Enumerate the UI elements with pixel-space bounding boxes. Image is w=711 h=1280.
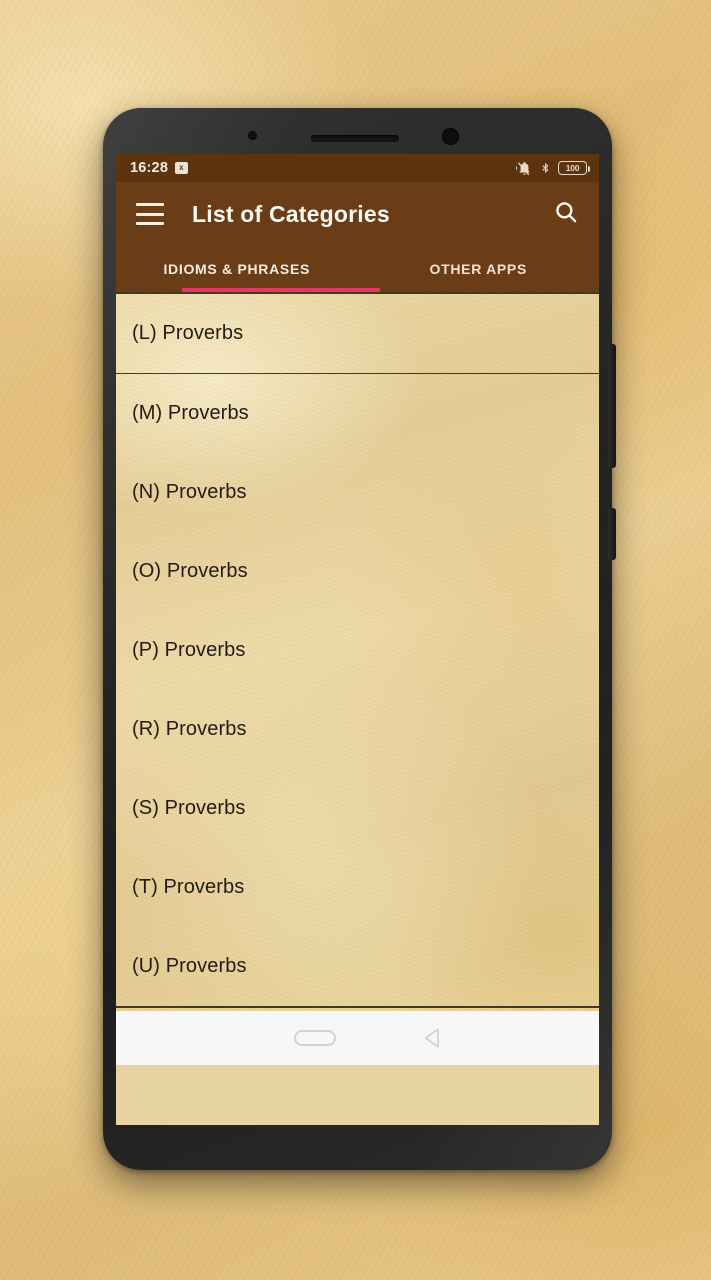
list-item[interactable]: (L) Proverbs (116, 294, 599, 373)
power-button[interactable] (608, 508, 616, 560)
volume-button[interactable] (608, 344, 616, 468)
search-button[interactable] (547, 195, 585, 233)
list-divider-top (116, 292, 599, 294)
list-item-label: (O) Proverbs (132, 560, 248, 583)
front-camera-icon (442, 128, 459, 145)
list-item-label: (P) Proverbs (132, 639, 246, 662)
status-bar-clock: 16:28 (130, 160, 169, 176)
battery-level: 100 (565, 163, 580, 173)
phone-frame: 16:28 x 100 List of Categories IDIOMS & … (103, 108, 616, 1170)
list-item[interactable]: (U) Proverbs (116, 927, 599, 1006)
list-item-label: (M) Proverbs (132, 402, 249, 425)
tab-idioms-and-phrases[interactable]: IDIOMS & PHRASES (116, 246, 358, 292)
list-item-label: (T) Proverbs (132, 876, 245, 899)
earpiece-speaker (311, 135, 399, 142)
list-item-label: (L) Proverbs (132, 321, 244, 344)
android-nav-bar (116, 1011, 599, 1065)
list-item-label: (R) Proverbs (132, 718, 247, 741)
list-item[interactable]: (M) Proverbs (116, 374, 599, 453)
status-bar-left: 16:28 x (130, 160, 188, 176)
phone-screen: 16:28 x 100 List of Categories IDIOMS & … (116, 154, 599, 1125)
hamburger-bar (136, 212, 164, 216)
home-pill-icon[interactable] (294, 1030, 336, 1046)
tab-other-apps[interactable]: OTHER APPS (358, 246, 600, 292)
app-bar: List of Categories (116, 182, 599, 246)
bluetooth-icon (540, 160, 551, 176)
proximity-sensor-icon (248, 131, 257, 140)
hamburger-bar (136, 222, 164, 225)
vibrate-off-icon (516, 161, 533, 176)
battery-icon: 100 (558, 161, 590, 175)
status-bar: 16:28 x 100 (116, 154, 599, 182)
list-divider-bottom (116, 1006, 599, 1008)
back-triangle-icon[interactable] (424, 1027, 457, 1049)
list-item-label: (S) Proverbs (132, 797, 246, 820)
list-item[interactable]: (N) Proverbs (116, 453, 599, 532)
hamburger-bar (136, 203, 164, 206)
list-item[interactable]: (P) Proverbs (116, 611, 599, 690)
list-item-label: (N) Proverbs (132, 481, 247, 504)
list-item[interactable]: (T) Proverbs (116, 848, 599, 927)
search-icon (553, 199, 579, 230)
list-item[interactable]: (R) Proverbs (116, 690, 599, 769)
list-item-label: (U) Proverbs (132, 955, 247, 978)
list-divider (116, 372, 599, 375)
status-bar-badge: x (175, 162, 188, 174)
status-bar-right: 100 (516, 160, 590, 176)
category-list: (L) Proverbs (M) Proverbs (N) Proverbs (… (116, 292, 599, 1008)
list-item[interactable]: (S) Proverbs (116, 769, 599, 848)
list-item[interactable]: (O) Proverbs (116, 532, 599, 611)
hamburger-menu-icon[interactable] (136, 203, 164, 225)
page-title: List of Categories (192, 200, 390, 227)
tab-bar: IDIOMS & PHRASES OTHER APPS (116, 246, 599, 292)
category-list-container[interactable]: (L) Proverbs (M) Proverbs (N) Proverbs (… (116, 292, 599, 1011)
